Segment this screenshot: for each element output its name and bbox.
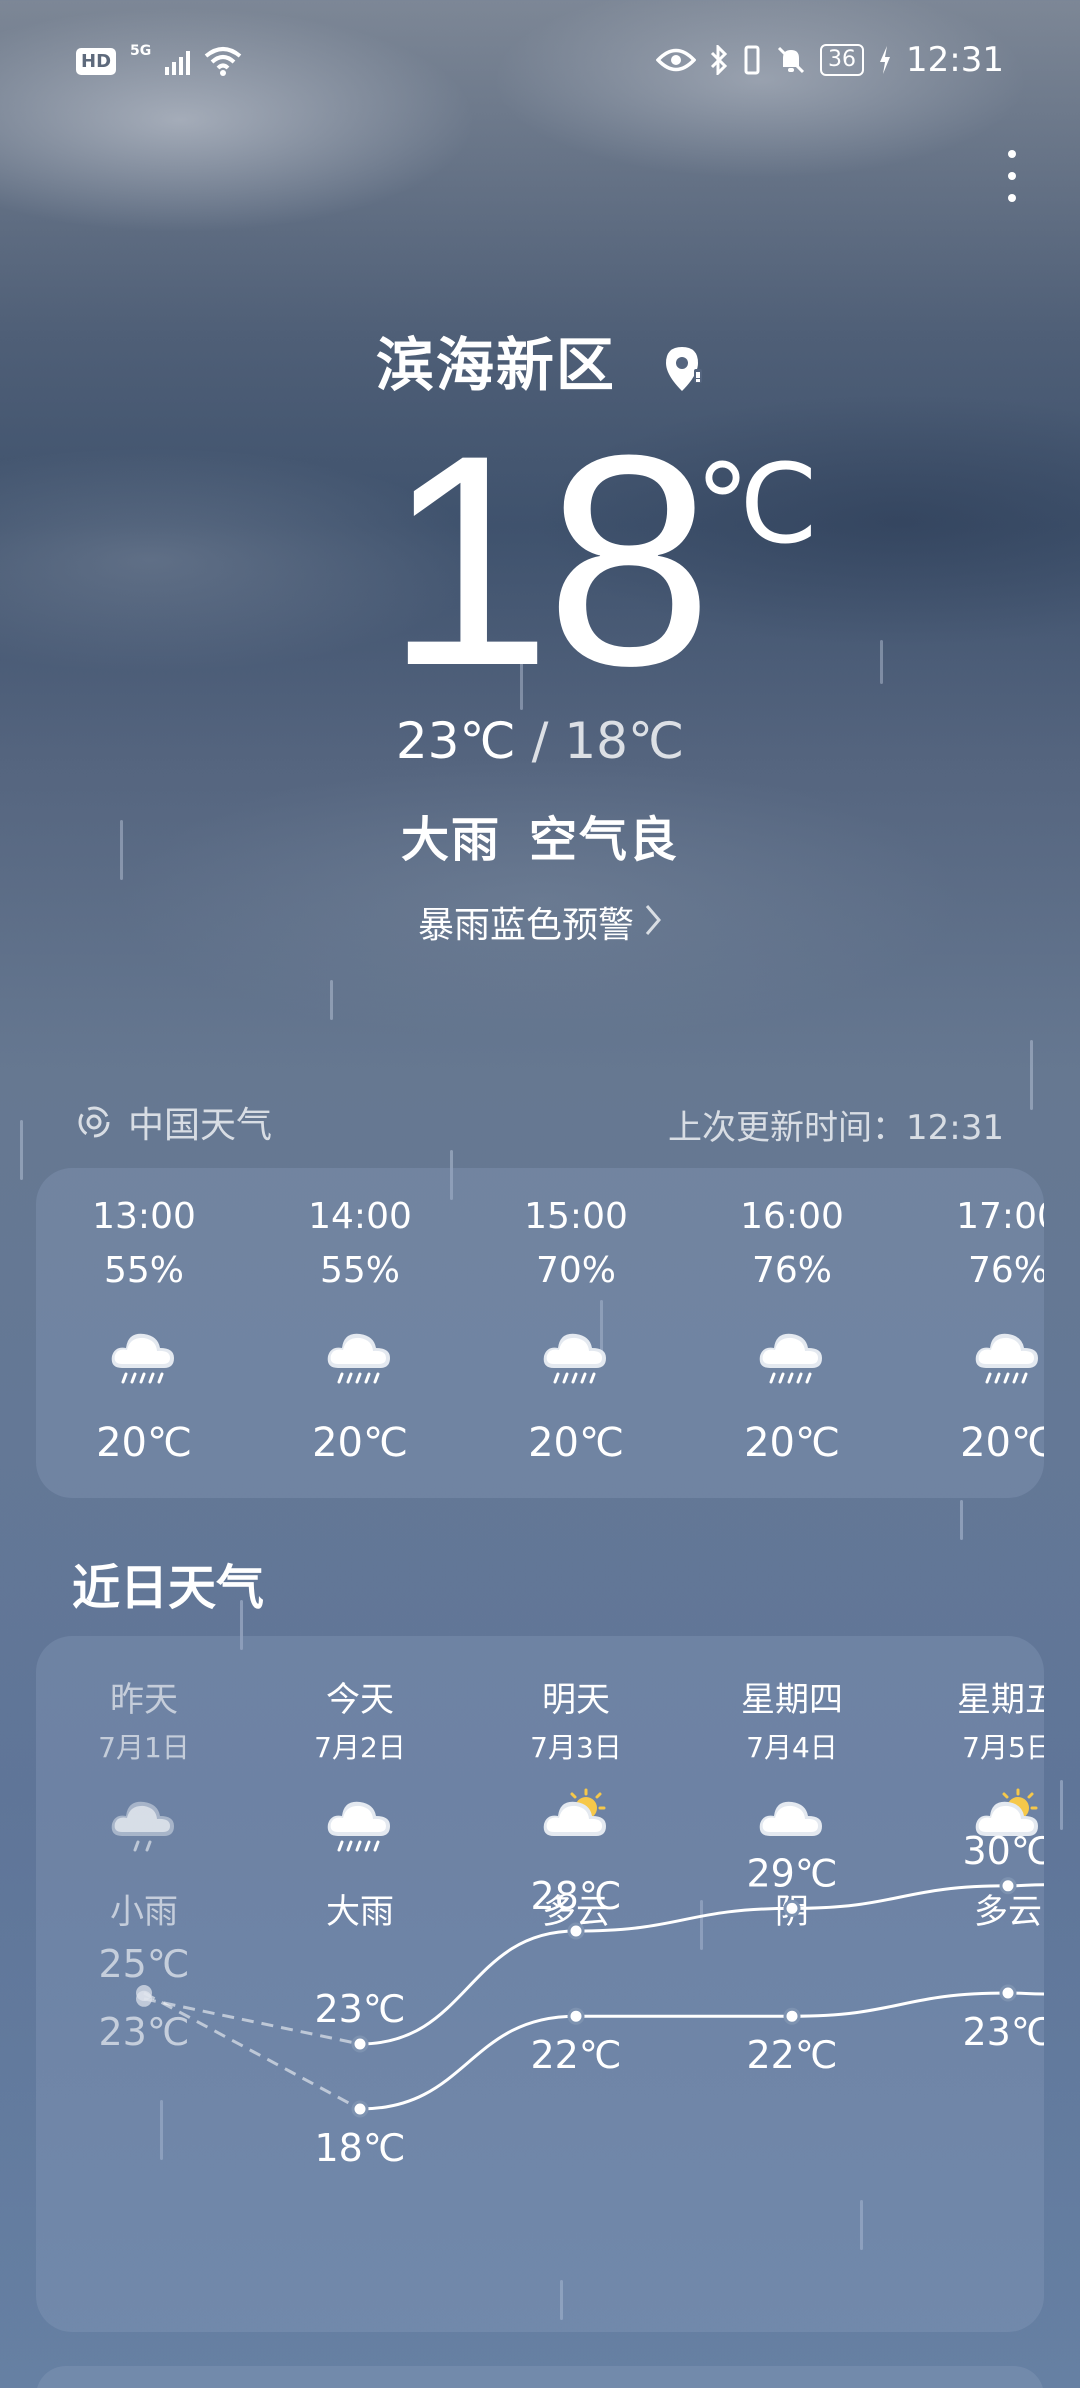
- current-temperature: 18: [385, 392, 713, 728]
- temperature-trend-chart: 25℃ 23℃ 23℃ 18℃ 28℃ 22℃ 29℃ 22℃ 30℃ 23℃: [98, 1829, 1044, 2170]
- more-menu-icon[interactable]: [1000, 150, 1024, 202]
- high-low: 23℃ / 18℃: [0, 712, 1080, 770]
- hour-time: 16:00: [740, 1196, 844, 1237]
- high-temp-point: [351, 2035, 369, 2053]
- weather-warning[interactable]: 暴雨蓝色预警: [0, 896, 1080, 948]
- rain-streak: [1060, 1780, 1063, 1830]
- today-low: 18℃: [564, 712, 685, 770]
- hour-temp: 20℃: [312, 1420, 408, 1466]
- warning-text: 暴雨蓝色预警: [417, 905, 634, 946]
- low-temp-label: 23℃: [962, 2010, 1044, 2054]
- current-condition: 大雨: [400, 812, 501, 868]
- low-temp-point: [136, 1985, 152, 2001]
- chevron-right-icon: [644, 903, 662, 946]
- low-temp-label: 23℃: [98, 2010, 189, 2054]
- charging-icon: [880, 46, 891, 74]
- high-temp-point: [999, 1877, 1017, 1895]
- heavy-rain-icon: [324, 1316, 396, 1392]
- separator: /: [531, 712, 549, 770]
- high-temp-label: 28℃: [530, 1874, 621, 1918]
- wifi-icon: [204, 47, 242, 76]
- mute-icon: [777, 46, 805, 74]
- temperature-unit: ℃: [695, 443, 819, 566]
- precip-chance: 55%: [319, 1250, 400, 1291]
- heavy-rain-icon: [540, 1316, 612, 1392]
- data-source[interactable]: 中国天气: [76, 1096, 272, 1148]
- clock: 12:31: [906, 40, 1004, 80]
- high-temp-label: 23℃: [314, 1987, 405, 2031]
- high-temp-point: [783, 1899, 801, 1917]
- hour-time: 13:00: [92, 1196, 196, 1237]
- daily-forecast-card[interactable]: 昨天7月1日小雨今天7月2日大雨明天7月3日多云星期四7月4日阴星期五7月5日多…: [36, 1636, 1044, 2332]
- vibrate-icon: [744, 45, 760, 75]
- heavy-rain-icon: [972, 1316, 1044, 1392]
- rain-streak: [880, 640, 883, 684]
- china-weather-logo-icon: [78, 1106, 110, 1138]
- hour-temp: 20℃: [744, 1420, 840, 1466]
- low-temp-label: 22℃: [530, 2033, 621, 2077]
- high-trend-line: [359, 1883, 1044, 2046]
- low-temp-label: 22℃: [746, 2033, 837, 2077]
- high-temp-point: [567, 1922, 585, 1940]
- heavy-rain-icon: [108, 1316, 180, 1392]
- today-high: 23℃: [395, 712, 516, 770]
- high-temp-label: 29℃: [746, 1851, 837, 1895]
- hourly-forecast-card[interactable]: 13:00 55% 20℃ 14:00 55% 20℃ 15:00 70% 20℃ 16:00 76…: [36, 1168, 1044, 1498]
- low-trend-line: [359, 1991, 1044, 2111]
- hour-time: 15:00: [524, 1196, 628, 1237]
- source-name: 中国天气: [128, 1105, 273, 1146]
- status-bar: HD 5G 36 12:31: [0, 0, 1080, 120]
- hd-icon: HD: [76, 47, 117, 75]
- last-updated: 上次更新时间：12:31: [668, 1108, 1004, 1148]
- location-name: 滨海新区: [375, 331, 616, 399]
- precip-chance: 76%: [751, 1250, 832, 1291]
- rain-streak: [960, 1500, 963, 1540]
- hour-temp: 20℃: [528, 1420, 624, 1466]
- air-quality[interactable]: 空气良: [529, 812, 679, 868]
- high-temp-label: 30℃: [962, 1829, 1044, 1873]
- low-temp-point: [351, 2100, 369, 2118]
- hour-temp: 20℃: [960, 1420, 1044, 1466]
- next-card[interactable]: [36, 2366, 1044, 2388]
- low-temp-point: [783, 2007, 801, 2025]
- rain-streak: [20, 1120, 23, 1180]
- heavy-rain-icon: [756, 1316, 828, 1392]
- low-temp-point: [567, 2007, 585, 2025]
- network-type: 5G: [130, 43, 152, 59]
- rain-streak: [1030, 1040, 1033, 1110]
- precip-chance: 70%: [535, 1250, 616, 1291]
- hour-temp: 20℃: [96, 1420, 192, 1466]
- signal-icon: [165, 47, 191, 75]
- low-temp-label: 18℃: [314, 2126, 405, 2170]
- precip-chance: 76%: [967, 1250, 1044, 1291]
- bluetooth-icon: [710, 45, 728, 75]
- battery-icon: 36: [820, 44, 865, 76]
- eye-icon: [656, 48, 697, 72]
- rain-streak: [330, 980, 333, 1020]
- hour-time: 17:00: [956, 1196, 1044, 1237]
- location-title[interactable]: 滨海新区: [0, 318, 1080, 402]
- location-pin-icon: [666, 346, 703, 391]
- hour-time: 14:00: [308, 1196, 412, 1237]
- condition-line: 大雨 空气良: [0, 800, 1080, 870]
- precip-chance: 55%: [103, 1250, 184, 1291]
- high-temp-label: 25℃: [98, 1942, 189, 1986]
- low-temp-point: [999, 1984, 1017, 2002]
- daily-forecast-title: 近日天气: [72, 1560, 265, 1616]
